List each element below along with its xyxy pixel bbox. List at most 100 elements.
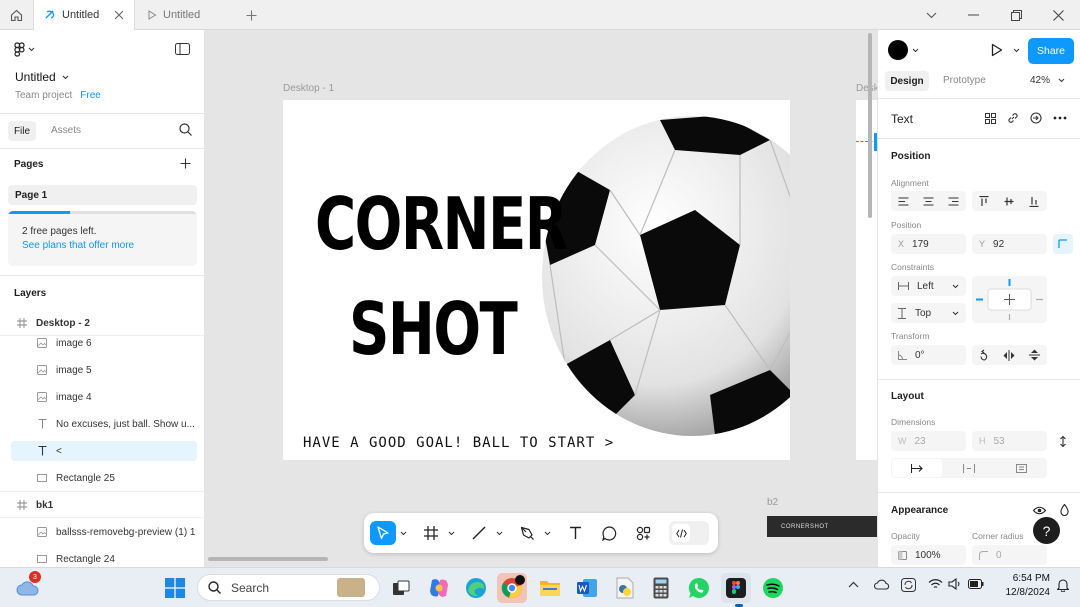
- tab-assets[interactable]: Assets: [51, 125, 81, 136]
- tagline-text[interactable]: HAVE A GOOD GOAL! BALL TO START >: [303, 435, 614, 451]
- present-chevron-icon[interactable]: [1013, 48, 1020, 53]
- tab-prototype[interactable]: Prototype: [943, 75, 986, 86]
- vertical-constraint-select[interactable]: Top: [891, 303, 966, 323]
- align-bottom-icon[interactable]: [1024, 191, 1044, 211]
- move-tool-chevron-icon[interactable]: [398, 521, 408, 545]
- file-explorer-icon[interactable]: [535, 573, 565, 603]
- frame-label-b2[interactable]: b2: [767, 497, 778, 508]
- chrome-browser-icon[interactable]: [497, 573, 527, 603]
- opacity-field[interactable]: 100%: [891, 545, 966, 565]
- constraint-widget[interactable]: [972, 276, 1047, 323]
- y-field[interactable]: Y 92: [972, 234, 1047, 254]
- task-view-icon[interactable]: [386, 573, 416, 603]
- share-button[interactable]: Share: [1028, 38, 1074, 64]
- blend-mode-drop-icon[interactable]: [1054, 500, 1074, 520]
- rotate-90-icon[interactable]: [974, 345, 994, 365]
- more-options-icon[interactable]: [1050, 108, 1070, 128]
- align-top-icon[interactable]: [974, 191, 994, 211]
- tab-untitled-active[interactable]: Untitled: [33, 0, 135, 30]
- constraint-proportions-icon[interactable]: [1053, 234, 1073, 254]
- sync-icon[interactable]: [901, 578, 916, 592]
- frame-label-desktop-1[interactable]: Desktop - 1: [283, 83, 334, 94]
- word-icon[interactable]: [572, 573, 602, 603]
- auto-height-icon[interactable]: [944, 459, 994, 477]
- tab-design[interactable]: Design: [885, 71, 929, 91]
- headline-corner[interactable]: CORNER: [315, 188, 568, 260]
- layer-row[interactable]: image 4: [0, 386, 205, 408]
- layer-row-selected[interactable]: <: [0, 440, 205, 462]
- wifi-icon[interactable]: [928, 578, 943, 590]
- layer-row[interactable]: Desktop - 2: [0, 312, 205, 334]
- frame-tool-chevron-icon[interactable]: [446, 521, 456, 545]
- layer-row[interactable]: image 6: [0, 332, 205, 354]
- present-play-icon[interactable]: [991, 43, 1003, 57]
- new-tab-icon[interactable]: [236, 0, 266, 30]
- frame-tool-icon[interactable]: [419, 521, 443, 545]
- start-button[interactable]: [160, 573, 190, 603]
- canvas[interactable]: Desktop - 1 Desk CORNER SHOT HAVE A GOOD…: [205, 30, 877, 567]
- soccer-ball-image[interactable]: [540, 115, 790, 437]
- whatsapp-icon[interactable]: [684, 573, 714, 603]
- tab-file[interactable]: File: [8, 121, 36, 141]
- comment-tool-icon[interactable]: [597, 521, 621, 545]
- layer-row[interactable]: No excuses, just ball. Show u...: [0, 413, 205, 435]
- toggle-sidebar-icon[interactable]: [175, 43, 190, 55]
- minimize-icon[interactable]: [952, 0, 994, 30]
- calculator-icon[interactable]: [646, 573, 676, 603]
- see-plans-link[interactable]: See plans that offer more: [22, 240, 134, 251]
- frame-desktop-1[interactable]: CORNER SHOT HAVE A GOOD GOAL! BALL TO ST…: [283, 100, 790, 460]
- actions-tool-icon[interactable]: [631, 521, 655, 545]
- home-icon[interactable]: [0, 0, 32, 30]
- edge-browser-icon[interactable]: [461, 573, 491, 603]
- horizontal-constraint-select[interactable]: Left: [891, 276, 966, 296]
- instance-icon[interactable]: [1026, 108, 1046, 128]
- line-tool-chevron-icon[interactable]: [494, 521, 504, 545]
- close-tab-icon[interactable]: [114, 10, 124, 20]
- x-field[interactable]: X 179: [891, 234, 966, 254]
- height-field[interactable]: H 53: [972, 431, 1047, 451]
- plan-badge[interactable]: Free: [80, 90, 101, 101]
- add-page-icon[interactable]: [180, 158, 191, 169]
- horizontal-scrollbar[interactable]: [208, 557, 328, 561]
- line-tool-icon[interactable]: [467, 521, 491, 545]
- tab-untitled-prototype[interactable]: Untitled: [137, 0, 233, 30]
- grid-component-icon[interactable]: [980, 108, 1000, 128]
- layer-row[interactable]: bk1: [0, 494, 205, 516]
- fixed-size-icon[interactable]: [996, 459, 1046, 477]
- auto-width-icon[interactable]: [892, 459, 942, 477]
- user-menu[interactable]: [888, 40, 919, 60]
- headline-shot[interactable]: SHOT: [349, 293, 518, 365]
- python-file-icon[interactable]: [610, 573, 640, 603]
- move-tool-button[interactable]: [370, 521, 396, 545]
- align-middle-icon[interactable]: [999, 191, 1019, 211]
- help-button[interactable]: ?: [1033, 517, 1060, 544]
- layer-row[interactable]: ballsss-removebg-preview (1) 1: [0, 521, 205, 543]
- chevron-down-icon[interactable]: [910, 0, 952, 30]
- restore-icon[interactable]: [995, 0, 1037, 30]
- page-item-page-1[interactable]: Page 1: [8, 185, 197, 205]
- text-tool-icon[interactable]: [563, 521, 587, 545]
- file-name-menu[interactable]: Untitled: [15, 70, 69, 84]
- main-menu-button[interactable]: [14, 42, 35, 57]
- align-left-icon[interactable]: [893, 191, 913, 211]
- align-right-icon[interactable]: [943, 191, 963, 211]
- dev-mode-toggle[interactable]: [669, 521, 709, 545]
- frame-label-cut[interactable]: Desk: [856, 83, 877, 94]
- resize-vertical-icon[interactable]: [1053, 431, 1073, 451]
- spotify-icon[interactable]: [758, 573, 788, 603]
- figma-app-icon[interactable]: [721, 573, 751, 603]
- rotation-field[interactable]: 0°: [891, 345, 966, 365]
- flip-vertical-icon[interactable]: [1024, 345, 1044, 365]
- vertical-scrollbar[interactable]: [868, 33, 872, 218]
- pen-tool-chevron-icon[interactable]: [542, 521, 552, 545]
- corner-radius-field[interactable]: 0: [972, 545, 1047, 565]
- notification-bell-icon[interactable]: [1057, 578, 1069, 592]
- show-hidden-icons-chevron[interactable]: [848, 581, 859, 588]
- frame-b2[interactable]: CORNERSHOT: [767, 516, 877, 537]
- zoom-menu[interactable]: 42%: [1030, 75, 1065, 86]
- layer-row[interactable]: image 5: [0, 359, 205, 381]
- taskbar-search[interactable]: Search: [197, 574, 380, 601]
- battery-icon[interactable]: [968, 579, 984, 589]
- weather-widget[interactable]: 3: [13, 571, 43, 603]
- flip-horizontal-icon[interactable]: [999, 345, 1019, 365]
